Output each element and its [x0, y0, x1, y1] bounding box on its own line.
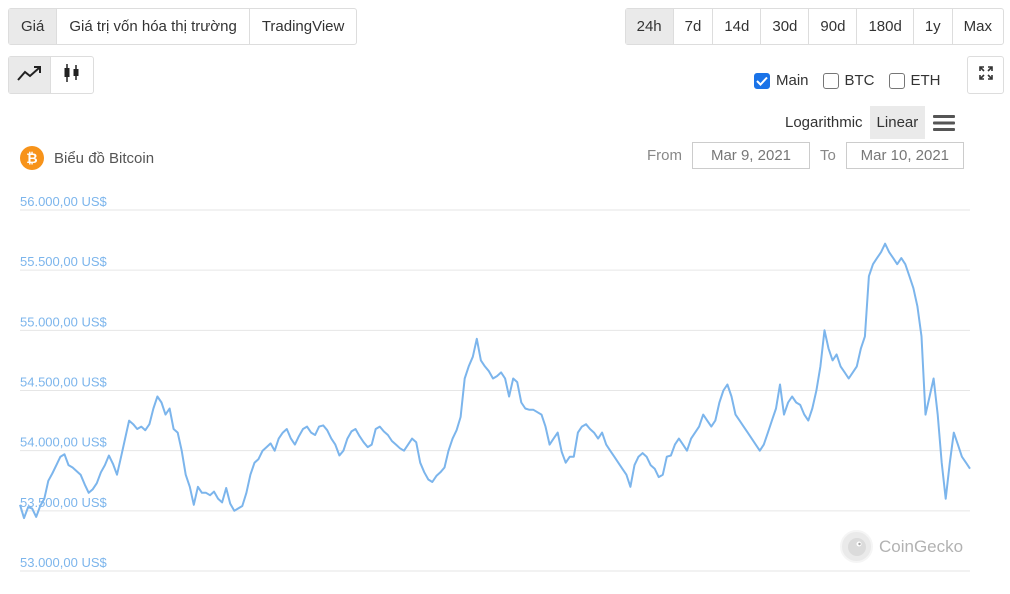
price-chart: 53.000,00 US$ 53.500,00 US$ 54.000,00 US$ 5… [19, 194, 971, 572]
y-tick-label: 56.000,00 US$ [20, 194, 108, 209]
y-tick-label: 53.500,00 US$ [20, 495, 108, 510]
y-tick-label: 54.000,00 US$ [20, 435, 108, 450]
price-series-line [19, 242, 971, 520]
y-tick-label: 55.500,00 US$ [20, 254, 108, 269]
y-tick-label: 55.000,00 US$ [20, 314, 108, 329]
y-tick-label: 53.000,00 US$ [20, 555, 108, 570]
coingecko-watermark: CoinGecko [840, 530, 963, 563]
y-tick-label: 54.500,00 US$ [20, 375, 108, 390]
gecko-logo-icon [840, 530, 873, 563]
watermark-text: CoinGecko [879, 536, 964, 556]
